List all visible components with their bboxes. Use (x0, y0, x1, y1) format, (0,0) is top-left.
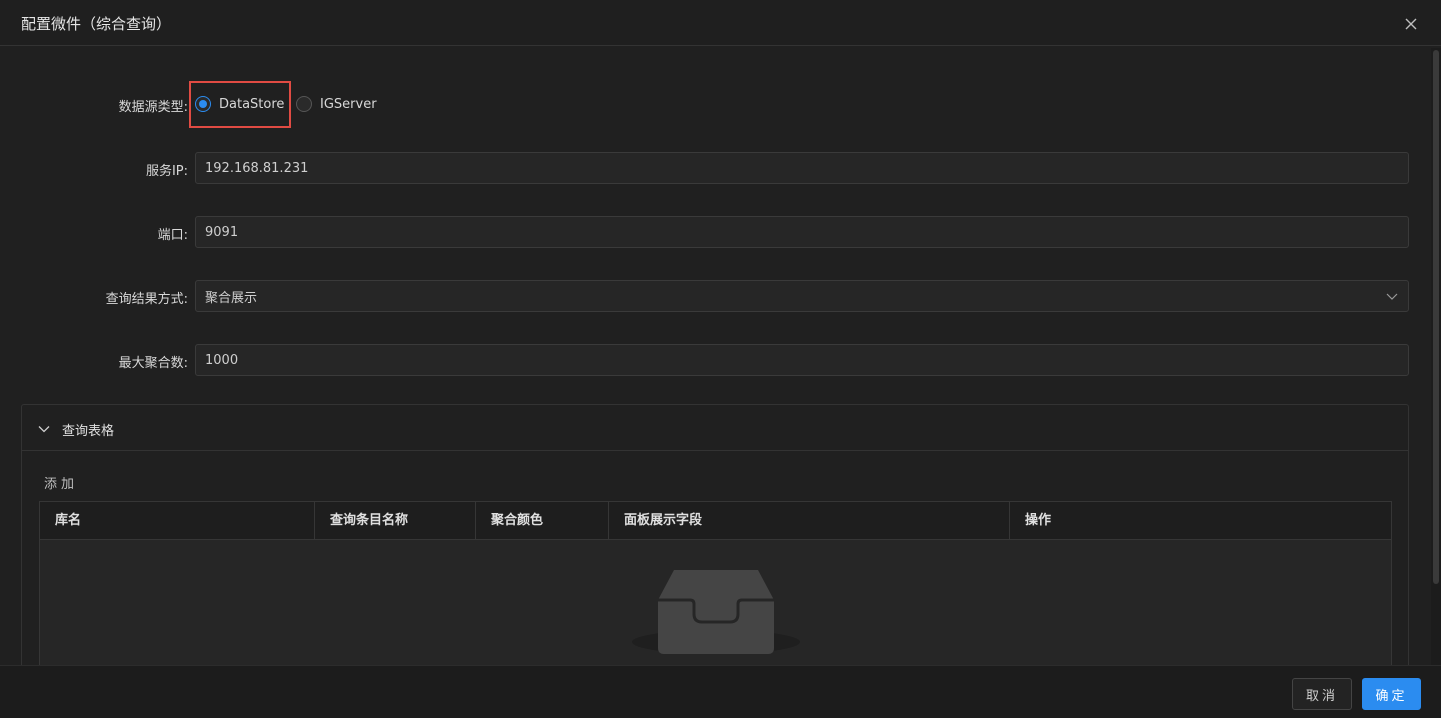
radio-unchecked-icon[interactable] (296, 96, 312, 112)
query-table-panel: 查询表格 添加 库名 查询条目名称 聚合颜色 面板展示字段 操作 (21, 404, 1409, 702)
service-ip-label: 服务IP: (145, 164, 188, 179)
dialog-header: 配置微件（综合查询） (0, 0, 1441, 46)
radio-igserver[interactable]: IGServer (296, 96, 377, 112)
query-table-panel-header[interactable]: 查询表格 (22, 405, 1408, 451)
cancel-button[interactable]: 取消 (1292, 678, 1352, 710)
column-db-name: 库名 (40, 502, 315, 540)
dialog-footer: 取消 确定 (0, 665, 1441, 718)
datasource-label: 数据源类型: (118, 100, 188, 115)
port-label: 端口: (157, 228, 188, 243)
scrollbar-thumb[interactable] (1433, 50, 1439, 584)
chevron-down-icon[interactable] (38, 423, 50, 435)
radio-datastore-label: DataStore (219, 96, 285, 112)
vertical-scrollbar[interactable] (1431, 48, 1441, 665)
service-ip-input[interactable] (195, 152, 1409, 184)
column-panel-fields: 面板展示字段 (609, 502, 1010, 540)
dialog-title: 配置微件（综合查询） (21, 15, 172, 33)
column-actions: 操作 (1025, 513, 1052, 528)
result-mode-label: 查询结果方式: (105, 292, 188, 307)
confirm-button[interactable]: 确定 (1362, 678, 1421, 710)
radio-checked-icon[interactable] (195, 96, 211, 112)
result-mode-select[interactable]: 聚合展示 (195, 280, 1409, 312)
chevron-down-icon[interactable] (1386, 290, 1398, 302)
result-mode-value: 聚合展示 (205, 290, 258, 306)
add-button[interactable]: 添加 (44, 473, 78, 492)
column-query-item-name: 查询条目名称 (315, 502, 476, 540)
table-header: 库名 查询条目名称 聚合颜色 面板展示字段 操作 (40, 502, 1391, 540)
config-widget-dialog: 配置微件（综合查询） 数据源类型: DataStore IGServer 服务I… (0, 0, 1441, 718)
port-input[interactable] (195, 216, 1409, 248)
max-aggregate-input[interactable] (195, 344, 1409, 376)
column-aggregate-color: 聚合颜色 (476, 502, 609, 540)
close-icon[interactable] (1401, 14, 1421, 34)
radio-datastore[interactable]: DataStore (195, 96, 284, 112)
radio-igserver-label: IGServer (320, 96, 377, 112)
query-table-title: 查询表格 (62, 424, 115, 439)
empty-inbox-icon (632, 570, 800, 654)
max-aggregate-label: 最大聚合数: (118, 356, 188, 371)
